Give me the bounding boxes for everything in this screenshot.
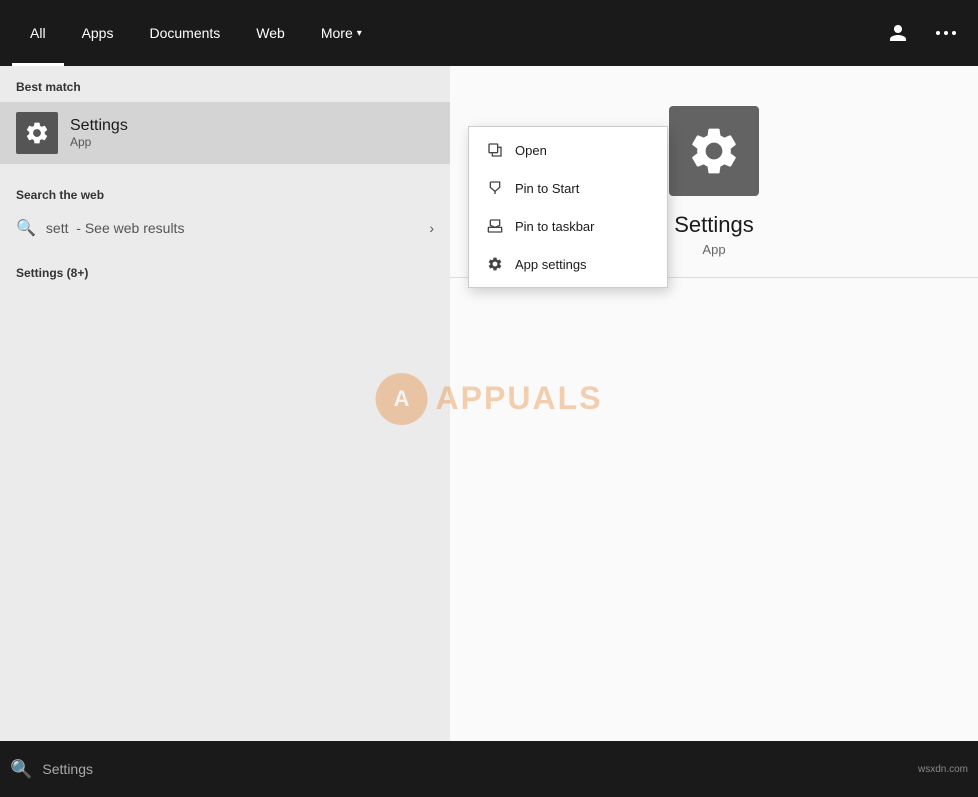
taskbar: 🔍 Settings wsxdn.com [0,741,978,797]
search-web-label: Search the web [0,174,450,210]
tab-apps[interactable]: Apps [64,0,132,66]
taskbar-search-input[interactable]: Settings [42,761,918,777]
more-options-button[interactable] [926,13,966,53]
search-web-query: sett [46,220,69,236]
chevron-down-icon: ▾ [357,28,362,39]
open-icon [485,140,505,160]
search-web-text: sett - See web results [46,220,429,236]
search-web-suffix: - See web results [76,220,184,236]
right-app-type: App [702,242,725,257]
left-panel: Best match Settings App Search the web 🔍… [0,66,450,741]
top-nav: All Apps Documents Web More ▾ [0,0,978,66]
settings-app-name: Settings [70,117,128,135]
tab-documents-label: Documents [149,25,220,41]
tab-more-label: More [321,25,353,41]
tab-more[interactable]: More ▾ [303,0,380,66]
search-web-section: Search the web 🔍 sett - See web results … [0,164,450,256]
context-open-label: Open [515,143,547,158]
tab-web-label: Web [256,25,285,41]
settings-app-info: Settings App [70,117,128,149]
settings-app-icon-large [669,106,759,196]
best-match-label: Best match [0,66,450,102]
best-match-settings-item[interactable]: Settings App [0,102,450,164]
settings-app-type: App [70,135,128,149]
taskbar-search-icon: 🔍 [10,759,32,780]
gear-icon [485,254,505,274]
context-menu-pin-start[interactable]: Pin to Start [469,169,667,207]
context-pin-start-label: Pin to Start [515,181,579,196]
pin-taskbar-icon [485,216,505,236]
search-web-item[interactable]: 🔍 sett - See web results › [0,210,450,246]
settings-group-label: Settings (8+) [0,256,450,286]
context-pin-taskbar-label: Pin to taskbar [515,219,595,234]
person-icon-button[interactable] [878,13,918,53]
context-menu-pin-taskbar[interactable]: Pin to taskbar [469,207,667,245]
pin-start-icon [485,178,505,198]
context-app-settings-label: App settings [515,257,587,272]
tab-all-label: All [30,25,46,41]
settings-app-icon-small [16,112,58,154]
search-icon: 🔍 [16,218,36,238]
context-menu-open[interactable]: Open [469,131,667,169]
right-app-name: Settings [674,212,754,238]
nav-actions [878,13,966,53]
tab-all[interactable]: All [12,0,64,66]
main-area: Best match Settings App Search the web 🔍… [0,66,978,741]
tab-apps-label: Apps [82,25,114,41]
context-menu: Open Pin to Start Pin to taskbar App set… [468,126,668,288]
taskbar-brand: wsxdn.com [918,764,968,775]
arrow-right-icon: › [429,220,434,236]
tab-web[interactable]: Web [238,0,303,66]
right-panel: Settings App Open Pin to Start Pin [450,66,978,741]
context-menu-app-settings[interactable]: App settings [469,245,667,283]
tab-documents[interactable]: Documents [131,0,238,66]
